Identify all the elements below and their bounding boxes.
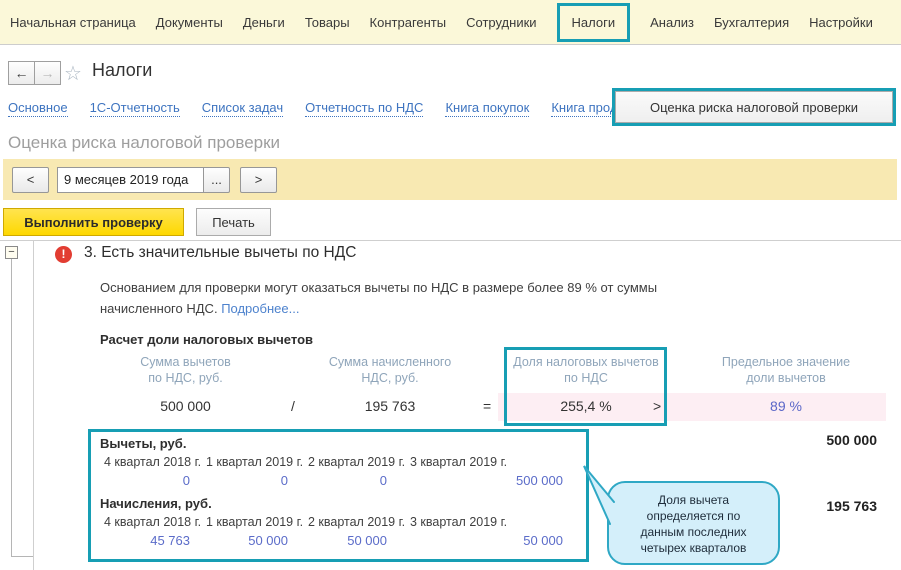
deductions-block-title: Вычеты, руб. [100,436,187,451]
collapse-icon: − [8,246,15,258]
menu-item-home[interactable]: Начальная страница [10,15,136,30]
deductions-q2-label: 1 квартал 2019 г. [206,455,304,469]
window-title: Налоги [92,60,153,80]
menu-item-taxes[interactable]: Налоги [556,2,631,42]
risk-assessment-button[interactable]: Оценка риска налоговой проверки [615,91,893,123]
equals-operator: = [483,398,492,414]
col-header-deductions-line2: по НДС, руб. [148,371,223,385]
period-more-button[interactable]: ... [203,166,230,193]
calc-title: Расчет доли налоговых вычетов [100,332,313,347]
content-left-border [33,240,34,570]
exclamation-glyph: ! [61,247,66,261]
total-deductions-value: 500 000 [826,432,877,448]
tree-line-elbow [11,556,33,557]
forward-button[interactable]: → [34,61,61,85]
divide-operator: / [291,398,295,414]
col-header-accrued-line1: Сумма начисленного [328,355,452,369]
link-task-list[interactable]: Список задач [201,100,284,117]
run-check-button[interactable]: Выполнить проверку [3,208,184,236]
period-input-group: ... [57,166,230,193]
previous-period-button[interactable]: < [12,166,49,193]
accruals-q4-value[interactable]: 50 000 [410,533,563,548]
favorite-star-icon[interactable]: ☆ [64,61,82,86]
section-description-line2: начисленного НДС. [100,301,218,316]
back-button[interactable]: ← [8,61,35,85]
callout-bubble: Доля вычета определяется по данным после… [607,481,780,565]
accruals-q4-label: 3 квартал 2019 г. [410,515,508,529]
col-header-limit: Предельное значение доли вычетов [700,354,872,386]
menu-item-money[interactable]: Деньги [243,15,285,30]
deductions-q2-value[interactable]: 0 [206,473,288,488]
collapse-expander[interactable]: − [5,246,18,259]
callout-line1: Доля вычета [657,493,730,507]
deductions-q4-label: 3 квартал 2019 г. [410,455,508,469]
menu-item-analysis[interactable]: Анализ [650,15,694,30]
menu-item-goods[interactable]: Товары [305,15,350,30]
section-title: 3. Есть значительные вычеты по НДС [84,244,357,261]
accrued-sum-value: 195 763 [364,398,416,414]
print-button[interactable]: Печать [196,208,271,236]
col-header-accrued-line2: НДС, руб. [361,371,419,385]
deductions-q1-label: 4 квартал 2018 г. [104,455,202,469]
period-toolbar: < ... > [3,159,897,200]
section-description-line1: Основанием для проверки могут оказаться … [100,280,658,295]
tree-line-vertical [11,259,12,557]
forward-arrow-icon: → [40,65,55,81]
content-top-divider [0,240,901,241]
accruals-q2-value[interactable]: 50 000 [206,533,288,548]
col-header-limit-line1: Предельное значение [721,355,851,369]
accruals-q1-value[interactable]: 45 763 [104,533,190,548]
col-header-accrued: Сумма начисленного НДС, руб. [300,354,480,386]
menu-item-settings[interactable]: Настройки [809,15,873,30]
menu-item-accounting[interactable]: Бухгалтерия [714,15,789,30]
link-vat-reporting[interactable]: Отчетность по НДС [305,100,424,117]
accruals-q3-value[interactable]: 50 000 [308,533,387,548]
accruals-block-title: Начисления, руб. [100,496,212,511]
section-description-line2-wrap: начисленного НДС. Подробнее... [100,298,299,319]
warning-icon: ! [55,246,72,263]
accruals-q3-label: 2 квартал 2019 г. [308,515,406,529]
back-arrow-icon: ← [14,65,29,81]
deductions-q3-label: 2 квартал 2019 г. [308,455,406,469]
deductions-q4-value[interactable]: 500 000 [410,473,563,488]
limit-value: 89 % [770,398,802,414]
deductions-sum-value: 500 000 [160,398,211,414]
link-1c-reporting[interactable]: 1С-Отчетность [89,100,180,117]
menu-item-employees[interactable]: Сотрудники [466,15,536,30]
page-title: Оценка риска налоговой проверки [8,133,281,152]
more-details-link[interactable]: Подробнее... [221,301,299,316]
accruals-q1-label: 4 квартал 2018 г. [104,515,202,529]
total-accruals-value: 195 763 [826,498,877,514]
col-header-deductions: Сумма вычетов по НДС, руб. [103,354,268,386]
next-period-button[interactable]: > [240,166,277,193]
callout-line4: четырех кварталов [640,541,747,555]
callout-tail [583,465,615,525]
accruals-q2-label: 1 квартал 2019 г. [206,515,304,529]
link-main[interactable]: Основное [8,100,68,117]
deductions-q3-value[interactable]: 0 [308,473,387,488]
main-menu: Начальная страница Документы Деньги Това… [0,0,901,45]
risk-assessment-button-highlight: Оценка риска налоговой проверки [612,88,896,126]
deductions-q1-value[interactable]: 0 [104,473,190,488]
period-input[interactable] [57,166,203,193]
col-header-deductions-line1: Сумма вычетов [140,355,231,369]
menu-item-documents[interactable]: Документы [156,15,223,30]
callout-line3: данным последних [640,525,747,539]
col-header-limit-line2: доли вычетов [746,371,826,385]
share-column-highlight-box [504,347,667,426]
menu-item-contractors[interactable]: Контрагенты [370,15,447,30]
section-links: Основное 1С-Отчетность Список задач Отче… [8,100,634,117]
link-purchase-book[interactable]: Книга покупок [445,100,530,117]
callout-line2: определяется по [646,509,741,523]
